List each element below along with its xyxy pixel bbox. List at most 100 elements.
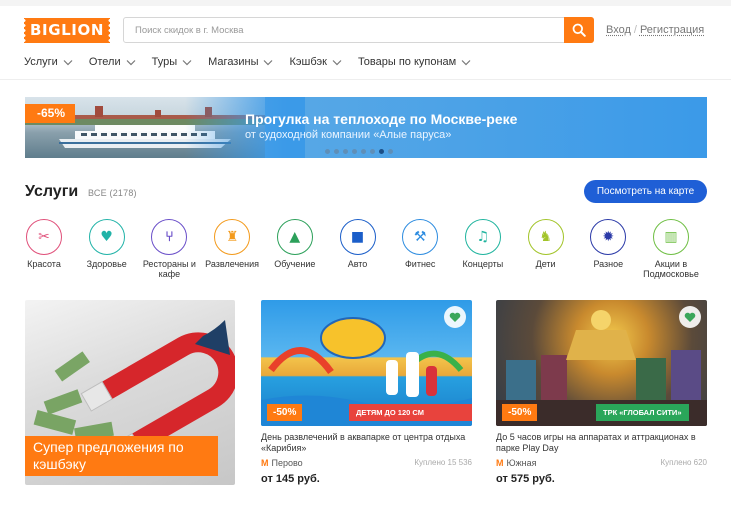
- promo-banner[interactable]: -65% Прогулка на теплоходе по Москве-рек…: [25, 97, 707, 158]
- category-circle: ♞: [527, 219, 564, 255]
- category-item[interactable]: ♫ Концерты: [452, 219, 514, 269]
- top-strip: [0, 0, 731, 6]
- category-label: Разное: [593, 259, 624, 269]
- biglion-logo[interactable]: BIGLION: [22, 18, 112, 43]
- favorite-button[interactable]: [444, 306, 466, 328]
- category-item[interactable]: ▲ Обучение: [264, 219, 326, 269]
- deal-title[interactable]: До 5 часов игры на аппаратах и аттракцио…: [496, 432, 707, 454]
- category-circle: ✹: [590, 219, 627, 255]
- banner-subtitle: от судоходной компании «Алые паруса»: [245, 129, 452, 141]
- category-circle: ♥: [88, 219, 125, 255]
- favorite-button[interactable]: [679, 306, 701, 328]
- category-item[interactable]: ✂ Красота: [13, 219, 75, 269]
- carousel-dot[interactable]: [379, 149, 384, 154]
- rocking-horse-icon: ♞: [539, 229, 552, 245]
- category-label: Красота: [27, 259, 61, 269]
- chevron-down-icon: [63, 59, 73, 65]
- dumbbell-icon: ⚒: [413, 229, 427, 245]
- metro-location: M Перово: [261, 458, 303, 468]
- music-note-icon: ♫: [476, 229, 490, 245]
- building-icon: ▥: [664, 229, 678, 245]
- heart-icon: [684, 312, 696, 322]
- chevron-down-icon: [182, 59, 192, 65]
- bought-count: Куплено 620: [660, 458, 707, 467]
- deal-price: от 575 руб.: [496, 473, 555, 485]
- nav-item-services[interactable]: Услуги: [24, 56, 73, 68]
- nav-label: Услуги: [24, 56, 58, 68]
- nav-item-hotels[interactable]: Отели: [89, 56, 136, 68]
- deal-price: от 145 руб.: [261, 473, 320, 485]
- carousel-dots: [325, 149, 393, 154]
- category-label: Здоровье: [86, 259, 127, 269]
- category-item[interactable]: ▥ Акции в Подмосковье: [640, 219, 702, 279]
- metro-icon: M: [496, 458, 504, 468]
- category-label: Развлечения: [205, 259, 260, 269]
- nav-label: Кэшбэк: [289, 56, 327, 68]
- category-item[interactable]: ✹ Разное: [577, 219, 639, 269]
- category-label: Фитнес: [404, 259, 436, 269]
- deal-card[interactable]: -50% ДЕТЯМ ДО 120 СМ БЕСПЛАТНО День разв…: [261, 300, 472, 485]
- login-link[interactable]: Вход: [606, 24, 631, 36]
- nav-item-shops[interactable]: Магазины: [208, 56, 273, 68]
- deal-card[interactable]: -50% ТРК «ГЛОБАЛ СИТИ» До 5 часов игры н…: [496, 300, 707, 485]
- section-count[interactable]: ВСЕ (2178): [88, 188, 137, 198]
- category-circle: ▲: [276, 219, 313, 255]
- chevron-down-icon: [461, 59, 471, 65]
- promo-label[interactable]: Супер предложения по кэшбэку: [25, 436, 218, 476]
- deal-title[interactable]: День развлечений в аквапарке от центра о…: [261, 432, 472, 454]
- carousel-dot[interactable]: [352, 149, 357, 154]
- category-circle: ♜: [214, 219, 251, 255]
- nav-label: Магазины: [208, 56, 259, 68]
- heart-icon: [449, 312, 461, 322]
- deal-tag: ТРК «ГЛОБАЛ СИТИ»: [596, 404, 689, 421]
- bowling-icon: ♜: [225, 229, 239, 245]
- chevron-down-icon: [332, 59, 342, 65]
- category-item[interactable]: ♥ Здоровье: [76, 219, 138, 269]
- category-circle: ■: [339, 219, 376, 255]
- banner-title: Прогулка на теплоходе по Москве-реке: [245, 111, 518, 127]
- category-label: Рестораны и кафе: [142, 259, 196, 279]
- discount-badge: -50%: [502, 404, 538, 421]
- deal-meta: M Перово Куплено 15 536: [261, 458, 472, 468]
- category-item[interactable]: ■ Авто: [327, 219, 389, 269]
- scissors-icon: ✂: [38, 229, 50, 245]
- show-on-map-button[interactable]: Посмотреть на карте: [584, 180, 707, 203]
- nav-item-cashback[interactable]: Кэшбэк: [289, 56, 342, 68]
- search-icon: [572, 23, 586, 37]
- register-link[interactable]: Регистрация: [640, 24, 704, 36]
- search-button[interactable]: [564, 17, 594, 43]
- category-circle: ✂: [26, 219, 62, 255]
- carousel-dot[interactable]: [334, 149, 339, 154]
- category-label: Обучение: [274, 259, 316, 269]
- category-item[interactable]: ⚒ Фитнес: [389, 219, 451, 269]
- category-label: Дети: [535, 259, 556, 269]
- carousel-dot[interactable]: [370, 149, 375, 154]
- header-divider: [0, 79, 731, 80]
- search-input[interactable]: [124, 18, 564, 42]
- carousel-dot[interactable]: [388, 149, 393, 154]
- metro-icon: M: [261, 458, 269, 468]
- nav-label: Туры: [151, 56, 178, 68]
- deal-meta: M Южная Куплено 620: [496, 458, 707, 468]
- chevron-down-icon: [264, 59, 273, 65]
- graduation-cap-icon: ▲: [289, 229, 301, 245]
- search-box: [123, 17, 594, 43]
- discount-badge: -65%: [25, 104, 76, 123]
- category-label: Акции в Подмосковье: [643, 259, 699, 279]
- category-circle: ⚒: [402, 219, 439, 255]
- metro-station: Южная: [506, 458, 537, 468]
- category-item[interactable]: ⑂ Рестораны и кафе: [138, 219, 200, 279]
- category-label: Концерты: [462, 259, 504, 269]
- banner-fade: [185, 97, 305, 158]
- nav-item-tours[interactable]: Туры: [152, 56, 193, 68]
- nav-item-coupon-goods[interactable]: Товары по купонам: [358, 56, 471, 68]
- deal-tag: ДЕТЯМ ДО 120 СМ БЕСПЛАТНО: [349, 404, 472, 426]
- discount-badge: -50%: [267, 404, 303, 421]
- carousel-dot[interactable]: [361, 149, 366, 154]
- carousel-dot[interactable]: [343, 149, 348, 154]
- category-item[interactable]: ♜ Развлечения: [201, 219, 263, 269]
- bought-count: Куплено 15 536: [414, 458, 472, 467]
- category-item[interactable]: ♞ Дети: [515, 219, 577, 269]
- carousel-dot[interactable]: [325, 149, 330, 154]
- category-circle: ⑂: [151, 219, 188, 255]
